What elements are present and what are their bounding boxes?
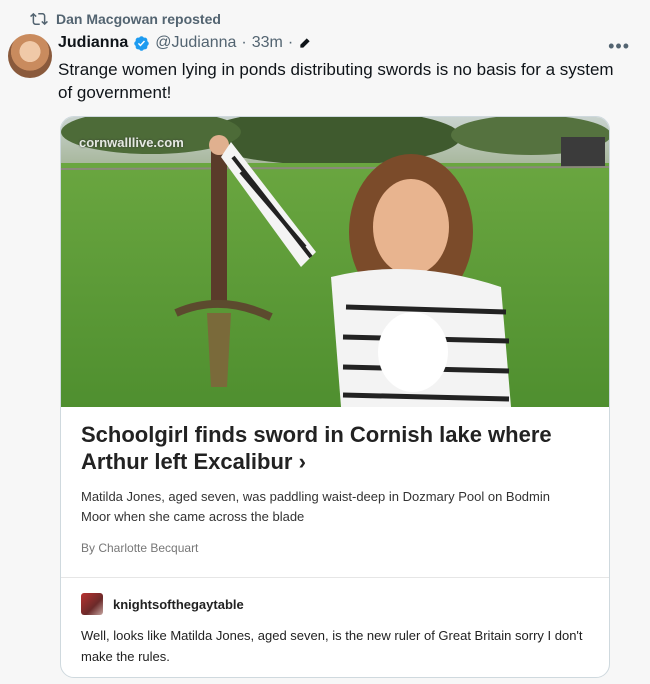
separator: · bbox=[241, 34, 247, 51]
repost-indicator[interactable]: Dan Macgowan reposted bbox=[30, 10, 221, 28]
post-header: Judianna @Judianna · 33m · bbox=[58, 34, 312, 52]
article-summary: Matilda Jones, aged seven, was paddling … bbox=[81, 489, 550, 524]
tweet-text: Strange women lying in ponds distributin… bbox=[58, 60, 614, 102]
repost-label: Dan Macgowan reposted bbox=[56, 11, 221, 27]
repost-icon bbox=[30, 12, 48, 26]
article-photo: cornwalllive.com bbox=[61, 117, 609, 407]
article-byline: By Charlotte Becquart bbox=[81, 541, 199, 555]
more-icon[interactable]: ••• bbox=[608, 36, 630, 57]
timestamp[interactable]: 33m bbox=[252, 34, 283, 52]
verified-icon bbox=[134, 35, 149, 51]
display-name[interactable]: Judianna bbox=[58, 34, 128, 52]
comment-username: knightsofthegaytable bbox=[113, 596, 244, 612]
article-headline[interactable]: Schoolgirl finds sword in Cornish lake w… bbox=[81, 421, 591, 475]
comment-avatar bbox=[81, 593, 103, 615]
photo-watermark: cornwalllive.com bbox=[79, 135, 184, 150]
divider bbox=[61, 577, 609, 578]
handle[interactable]: @Judianna bbox=[155, 34, 236, 52]
comment-header: knightsofthegaytable bbox=[81, 593, 244, 615]
comment-text: Well, looks like Matilda Jones, aged sev… bbox=[81, 628, 583, 664]
chevron-right-icon: › bbox=[298, 449, 306, 474]
avatar[interactable] bbox=[8, 34, 52, 78]
edit-icon[interactable] bbox=[298, 36, 312, 50]
headline-text: Schoolgirl finds sword in Cornish lake w… bbox=[81, 422, 552, 474]
separator-2: · bbox=[287, 34, 294, 51]
embedded-image-card[interactable]: cornwalllive.com Schoolgirl finds sword … bbox=[60, 116, 610, 678]
